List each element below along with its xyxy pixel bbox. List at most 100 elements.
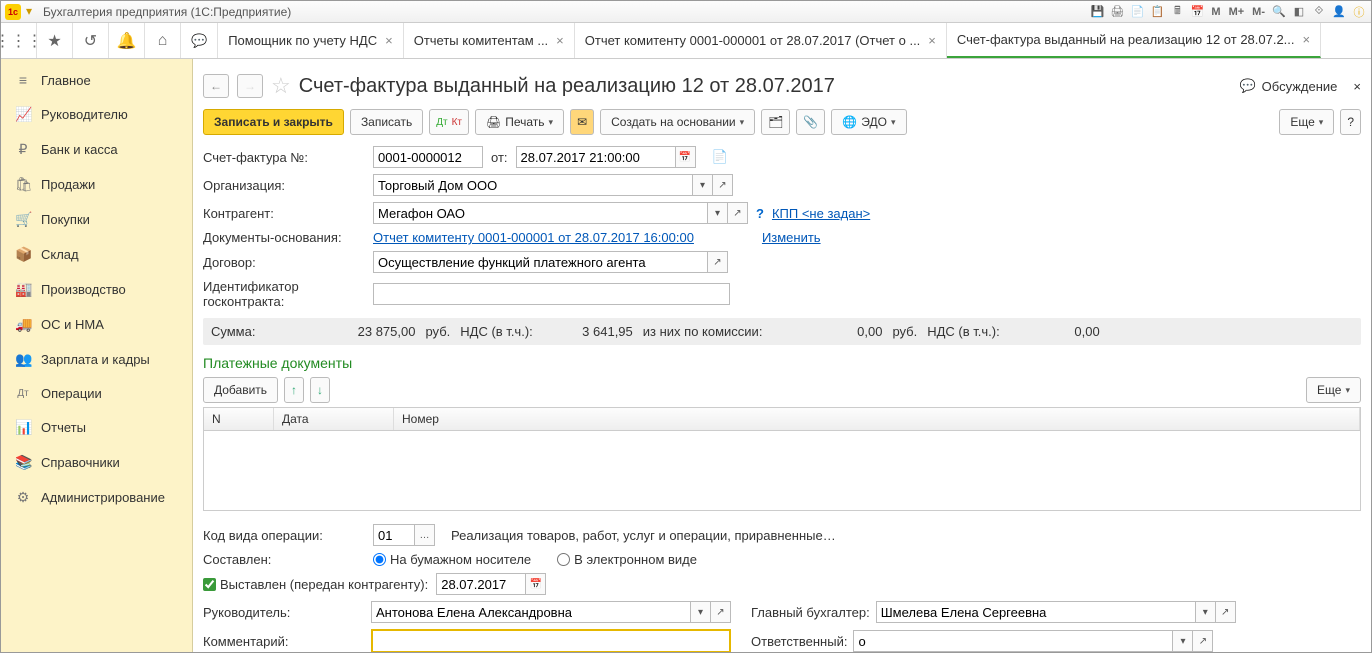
close-icon[interactable]: × (385, 33, 393, 48)
apps-grid-icon[interactable]: ⋮⋮⋮ (1, 23, 37, 58)
user-icon[interactable]: 👤 (1331, 4, 1347, 20)
tab-invoice-12[interactable]: Счет-фактура выданный на реализацию 12 о… (947, 23, 1321, 58)
col-date[interactable]: Дата (274, 408, 394, 430)
open-icon[interactable]: ↗ (711, 601, 731, 623)
print-button[interactable]: 🖨Печать▾ (475, 109, 564, 135)
sidebar-item-catalogs[interactable]: 📚Справочники (1, 445, 192, 480)
dropdown-icon[interactable]: ▾ (708, 202, 728, 224)
docs-link[interactable]: Отчет комитенту 0001-000001 от 28.07.201… (373, 230, 694, 245)
save-disk-icon[interactable]: 💾 (1089, 4, 1105, 20)
issued-checkbox[interactable]: Выставлен (передан контрагенту): (203, 577, 428, 592)
tab-report-0001[interactable]: Отчет комитенту 0001-000001 от 28.07.201… (575, 23, 947, 58)
dropdown-icon[interactable]: ▾ (693, 174, 713, 196)
chief-acc-input[interactable] (876, 601, 1196, 623)
add-payment-button[interactable]: Добавить (203, 377, 278, 403)
favorite-star-icon[interactable]: ★ (37, 23, 73, 58)
close-icon[interactable]: × (556, 33, 564, 48)
issued-checkbox-input[interactable] (203, 578, 216, 591)
create-based-button[interactable]: Создать на основании▾ (600, 109, 755, 135)
file-icon[interactable]: 📄 (1129, 4, 1145, 20)
resp-input[interactable] (853, 630, 1173, 652)
save-button[interactable]: Записать (350, 109, 423, 135)
col-n[interactable]: N (204, 408, 274, 430)
close-panel-icon[interactable]: × (1353, 79, 1361, 94)
help-button[interactable]: ? (1340, 109, 1361, 135)
discuss-label[interactable]: Обсуждение (1262, 79, 1338, 94)
bell-icon[interactable]: 🔔 (109, 23, 145, 58)
sidebar-item-bank[interactable]: ₽Банк и касса (1, 132, 192, 167)
sidebar-item-sales[interactable]: 🛍Продажи (1, 167, 192, 202)
panel-icon[interactable]: ◧ (1291, 4, 1307, 20)
calendar-icon[interactable]: 📅 (1189, 4, 1205, 20)
sf-no-input[interactable] (373, 146, 483, 168)
sidebar-item-salary[interactable]: 👥Зарплата и кадры (1, 342, 192, 377)
sidebar-item-main[interactable]: ≡Главное (1, 63, 192, 97)
dropdown-icon[interactable]: ▾ (691, 601, 711, 623)
files-button[interactable]: 🗂 (761, 109, 790, 135)
radio-electronic-input[interactable] (557, 553, 570, 566)
radio-electronic[interactable]: В электронном виде (557, 552, 697, 567)
save-close-button[interactable]: Записать и закрыть (203, 109, 344, 135)
nav-forward-button[interactable]: → (237, 74, 263, 98)
tab-committee-reports[interactable]: Отчеты комитентам ... × (404, 23, 575, 58)
col-num[interactable]: Номер (394, 408, 1360, 430)
sidebar-item-operations[interactable]: ДтОперации (1, 377, 192, 410)
favorite-toggle-icon[interactable]: ☆ (271, 73, 291, 99)
comment-input[interactable] (371, 629, 731, 652)
sidebar-item-assets[interactable]: 🚚ОС и НМА (1, 307, 192, 342)
sidebar-item-reports[interactable]: 📊Отчеты (1, 410, 192, 445)
open-icon[interactable]: ↗ (1216, 601, 1236, 623)
calendar-picker-icon[interactable]: 📅 (526, 573, 546, 595)
gos-input[interactable] (373, 283, 730, 305)
mail-button[interactable]: ✉ (570, 109, 594, 135)
contr-input[interactable] (373, 202, 708, 224)
copy-icon[interactable]: 📋 (1149, 4, 1165, 20)
tab-vat-helper[interactable]: Помощник по учету НДС × (218, 23, 404, 58)
contract-input[interactable] (373, 251, 708, 273)
org-input[interactable] (373, 174, 693, 196)
app-menu-dropdown-icon[interactable]: ▾ (21, 4, 37, 20)
radio-paper[interactable]: На бумажном носителе (373, 552, 531, 567)
sidebar-item-manager[interactable]: 📈Руководителю (1, 97, 192, 132)
link-icon[interactable]: ⟐ (1311, 4, 1327, 20)
memory-mminus-button[interactable]: M- (1250, 4, 1267, 20)
close-icon[interactable]: × (1303, 32, 1311, 47)
sidebar-item-warehouse[interactable]: 📦Склад (1, 237, 192, 272)
sidebar-item-production[interactable]: 🏭Производство (1, 272, 192, 307)
close-icon[interactable]: × (928, 33, 936, 48)
search-icon[interactable]: 🔍 (1271, 4, 1287, 20)
dropdown-icon[interactable]: ▾ (1173, 630, 1193, 652)
issued-date-input[interactable] (436, 573, 526, 595)
op-code-input[interactable] (373, 524, 415, 546)
calendar-picker-icon[interactable]: 📅 (676, 146, 696, 168)
info-icon[interactable]: ⓘ (1351, 4, 1367, 20)
edo-button[interactable]: 🌐ЭДО▾ (831, 109, 906, 135)
help-question-icon[interactable]: ? (756, 206, 764, 221)
open-icon[interactable]: ↗ (728, 202, 748, 224)
select-icon[interactable]: … (415, 524, 435, 546)
kpp-link[interactable]: КПП <не задан> (772, 206, 870, 221)
move-up-button[interactable]: ↑ (284, 377, 304, 403)
open-icon[interactable]: ↗ (708, 251, 728, 273)
move-down-button[interactable]: ↓ (310, 377, 330, 403)
print-icon[interactable]: 🖨 (1109, 4, 1125, 20)
memory-mplus-button[interactable]: M+ (1227, 4, 1247, 20)
tab-chat-icon[interactable]: 💬 (181, 23, 218, 58)
open-icon[interactable]: ↗ (713, 174, 733, 196)
memory-m-button[interactable]: M (1209, 4, 1222, 20)
sidebar-item-purchases[interactable]: 🛒Покупки (1, 202, 192, 237)
home-icon[interactable]: ⌂ (145, 23, 181, 58)
calc-icon[interactable]: 🖩 (1169, 4, 1185, 20)
nav-back-button[interactable]: ← (203, 74, 229, 98)
payments-more-button[interactable]: Еще▾ (1306, 377, 1361, 403)
open-icon[interactable]: ↗ (1193, 630, 1213, 652)
manager-input[interactable] (371, 601, 691, 623)
radio-paper-input[interactable] (373, 553, 386, 566)
payments-table-body[interactable] (203, 431, 1361, 511)
history-icon[interactable]: ↺ (73, 23, 109, 58)
dtkt-button[interactable]: ДᴛКᴛ (429, 109, 469, 135)
discuss-icon[interactable]: 💬 (1239, 78, 1255, 94)
date-input[interactable] (516, 146, 676, 168)
special-action-icon[interactable]: 📄 (712, 149, 728, 165)
sidebar-item-admin[interactable]: ⚙Администрирование (1, 480, 192, 515)
